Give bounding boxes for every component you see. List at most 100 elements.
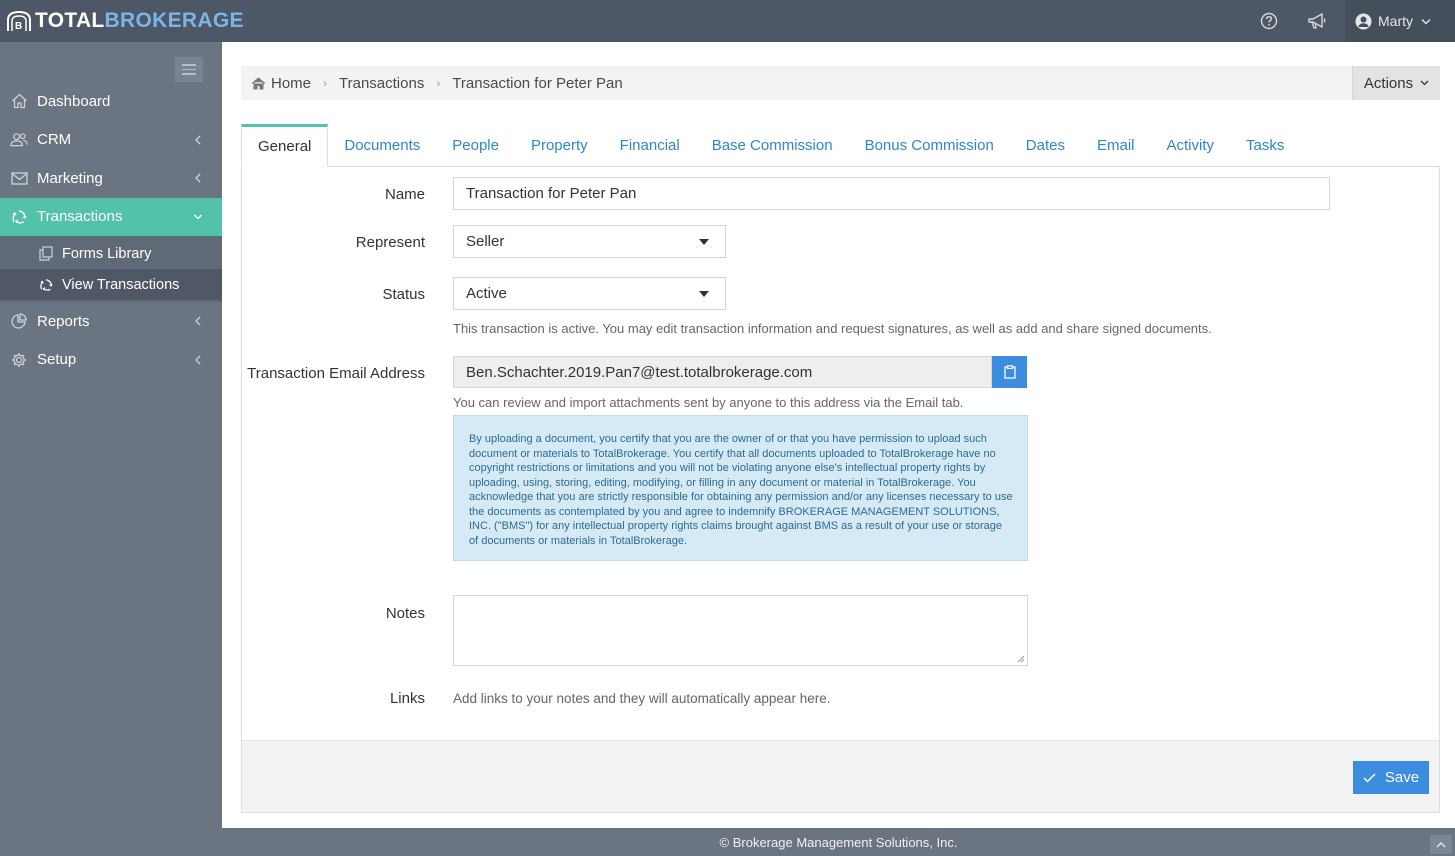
actions-label: Actions bbox=[1363, 74, 1414, 92]
main-content: Home › Transactions › Transaction for Pe… bbox=[222, 42, 1455, 828]
chevron-right-icon: › bbox=[436, 76, 441, 90]
announcements-button[interactable] bbox=[1293, 0, 1341, 42]
caret-down-icon bbox=[699, 239, 709, 245]
tab-bar: General Documents People Property Financ… bbox=[241, 124, 1440, 167]
tab-bonus-commission[interactable]: Bonus Commission bbox=[849, 124, 1010, 166]
name-label: Name bbox=[384, 186, 425, 203]
envelope-icon bbox=[10, 169, 28, 187]
upload-notice: By uploading a document, you certify tha… bbox=[453, 415, 1028, 561]
links-help-text: Add links to your notes and they will au… bbox=[453, 691, 831, 706]
chevron-left-icon bbox=[195, 173, 201, 183]
save-button[interactable]: Save bbox=[1353, 761, 1429, 794]
sidebar-subitem-label: Forms Library bbox=[62, 245, 152, 262]
sidebar-item-forms-library[interactable]: Forms Library bbox=[0, 238, 222, 269]
actions-dropdown-button[interactable]: Actions bbox=[1352, 66, 1440, 100]
sidebar-item-label: Dashboard bbox=[37, 92, 111, 110]
question-circle-icon bbox=[1260, 12, 1278, 30]
tab-email[interactable]: Email bbox=[1081, 124, 1151, 166]
chevron-down-icon bbox=[1420, 80, 1429, 86]
general-panel: Name Transaction for Peter Pan Represent… bbox=[241, 167, 1440, 813]
tab-financial[interactable]: Financial bbox=[604, 124, 696, 166]
chevron-left-icon bbox=[195, 355, 201, 364]
sidebar-item-dashboard[interactable]: Dashboard bbox=[0, 82, 222, 121]
svg-text:B: B bbox=[15, 21, 22, 32]
transactions-icon bbox=[38, 277, 54, 293]
sidebar-item-crm[interactable]: CRM bbox=[0, 121, 222, 160]
chevron-down-icon bbox=[1421, 18, 1431, 24]
chevron-left-icon bbox=[195, 316, 201, 326]
brand-logo-icon: B bbox=[7, 10, 31, 32]
user-name: Marty bbox=[1378, 13, 1413, 29]
represent-label: Represent bbox=[355, 234, 425, 251]
sidebar-item-reports[interactable]: Reports bbox=[0, 302, 222, 341]
gear-icon bbox=[10, 351, 28, 369]
breadcrumb-home-label: Home bbox=[271, 74, 312, 92]
copy-icon bbox=[38, 246, 54, 262]
tab-base-commission[interactable]: Base Commission bbox=[696, 124, 849, 166]
home-icon bbox=[10, 92, 28, 110]
users-icon bbox=[10, 131, 28, 149]
name-input[interactable]: Transaction for Peter Pan bbox=[453, 177, 1330, 210]
breadcrumb-current: Transaction for Peter Pan bbox=[452, 74, 623, 92]
resize-handle-icon[interactable] bbox=[1017, 655, 1025, 663]
copy-email-button[interactable] bbox=[992, 356, 1027, 388]
status-help-text: This transaction is active. You may edit… bbox=[453, 321, 1212, 336]
hamburger-icon bbox=[182, 64, 196, 66]
transactions-icon bbox=[10, 208, 28, 226]
home-icon bbox=[251, 76, 266, 89]
notes-textarea[interactable] bbox=[453, 595, 1028, 666]
save-label: Save bbox=[1384, 769, 1420, 786]
help-button[interactable] bbox=[1245, 0, 1293, 42]
sidebar-item-label: CRM bbox=[37, 131, 72, 149]
tab-general[interactable]: General bbox=[241, 124, 329, 167]
transactions-submenu: Forms Library View Transactions bbox=[0, 236, 222, 302]
sidebar-item-label: Marketing bbox=[37, 169, 103, 187]
tab-documents[interactable]: Documents bbox=[328, 124, 436, 166]
transaction-email-field[interactable]: Ben.Schachter.2019.Pan7@test.totalbroker… bbox=[453, 356, 992, 388]
status-value: Active bbox=[466, 285, 507, 302]
sidebar-item-label: Reports bbox=[37, 312, 90, 330]
sidebar-toggle-button[interactable] bbox=[175, 57, 203, 82]
breadcrumb-transactions[interactable]: Transactions bbox=[339, 75, 424, 92]
brand-logo[interactable]: B TOTAL BROKERAGE bbox=[0, 0, 244, 42]
sidebar-item-transactions[interactable]: Transactions bbox=[0, 197, 222, 236]
tab-dates[interactable]: Dates bbox=[1010, 124, 1081, 166]
tab-tasks[interactable]: Tasks bbox=[1230, 124, 1300, 166]
chevron-down-icon bbox=[194, 214, 202, 219]
chart-icon bbox=[10, 312, 28, 330]
caret-down-icon bbox=[699, 291, 709, 297]
brand-brokerage: BROKERAGE bbox=[104, 9, 244, 32]
links-label: Links bbox=[389, 690, 425, 707]
brand-total: TOTAL bbox=[35, 9, 105, 32]
chevron-right-icon: › bbox=[323, 76, 328, 90]
sidebar-nav: Dashboard CRM Marketing Transactions For… bbox=[0, 82, 222, 379]
tab-people[interactable]: People bbox=[436, 124, 515, 166]
tab-activity[interactable]: Activity bbox=[1151, 124, 1231, 166]
user-menu[interactable]: Marty bbox=[1345, 0, 1455, 42]
sidebar-item-marketing[interactable]: Marketing bbox=[0, 159, 222, 198]
page-footer: © Brokerage Management Solutions, Inc. bbox=[222, 828, 1455, 856]
user-circle-icon bbox=[1355, 13, 1372, 29]
clipboard-icon bbox=[1003, 365, 1016, 379]
status-select[interactable]: Active bbox=[453, 277, 726, 310]
sidebar-item-label: Transactions bbox=[37, 208, 123, 226]
copyright-text: © Brokerage Management Solutions, Inc. bbox=[719, 834, 958, 850]
breadcrumb: Home › Transactions › Transaction for Pe… bbox=[241, 66, 1440, 100]
megaphone-icon bbox=[1308, 13, 1326, 29]
scroll-to-top-button[interactable] bbox=[1430, 835, 1452, 854]
top-bar: B TOTAL BROKERAGE Marty bbox=[0, 0, 1455, 42]
check-icon bbox=[1363, 772, 1376, 783]
tab-property[interactable]: Property bbox=[515, 124, 604, 166]
sidebar-item-setup[interactable]: Setup bbox=[0, 341, 222, 380]
represent-select[interactable]: Seller bbox=[453, 225, 726, 258]
sidebar-item-view-transactions[interactable]: View Transactions bbox=[0, 269, 222, 300]
notes-label: Notes bbox=[385, 605, 425, 622]
chevron-left-icon bbox=[195, 135, 201, 144]
email-help-text: You can review and import attachments se… bbox=[453, 395, 964, 410]
sidebar-subitem-label: View Transactions bbox=[62, 276, 180, 293]
status-label: Status bbox=[382, 286, 425, 303]
breadcrumb-home[interactable]: Home bbox=[251, 75, 311, 92]
sidebar: Dashboard CRM Marketing Transactions For… bbox=[0, 42, 222, 856]
email-label: Transaction Email Address bbox=[247, 365, 425, 382]
sidebar-item-label: Setup bbox=[37, 351, 77, 369]
